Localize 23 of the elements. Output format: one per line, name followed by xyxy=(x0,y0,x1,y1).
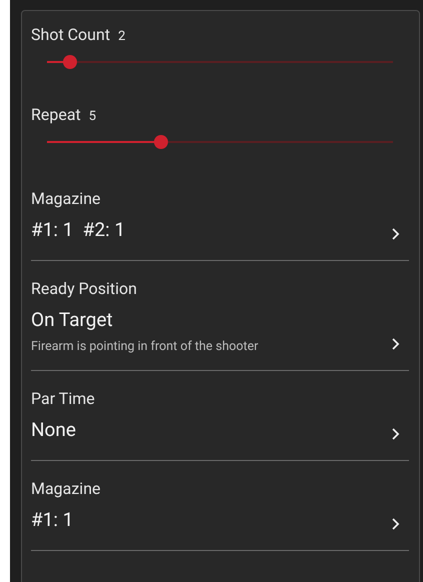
setting-value: 2 xyxy=(118,29,126,44)
setting-row[interactable]: Par Time None xyxy=(31,371,409,461)
setting-label: Magazine xyxy=(31,188,102,210)
chevron-right-icon xyxy=(391,427,401,441)
setting-row[interactable]: Magazine #1: 1 xyxy=(31,461,409,551)
setting-label: Shot Count xyxy=(31,25,110,44)
setting-row[interactable]: Magazine #1: 1 #2: 1 xyxy=(31,171,409,261)
setting-label: Par Time xyxy=(31,388,96,410)
setting-value: #1: 1 #2: 1 xyxy=(31,217,126,243)
setting-value: #1: 1 xyxy=(31,507,74,533)
setting-label: Ready Position xyxy=(31,278,138,300)
setting-label: Magazine xyxy=(31,478,102,500)
slider-thumb[interactable] xyxy=(62,55,77,69)
slider-thumb[interactable] xyxy=(154,135,168,149)
setting-value: 5 xyxy=(88,109,96,124)
setting-description: Firearm is pointing in front of the shooter xyxy=(31,338,260,356)
setting-row[interactable]: Ready Position On Target Firearm is pointing in front of the shooter xyxy=(31,261,409,371)
chevron-right-icon xyxy=(391,227,401,241)
setting-label: Repeat xyxy=(31,105,81,124)
chevron-right-icon xyxy=(391,337,401,351)
setting-value: None xyxy=(31,417,77,443)
chevron-right-icon xyxy=(391,517,401,531)
setting-value: On Target xyxy=(31,307,114,333)
